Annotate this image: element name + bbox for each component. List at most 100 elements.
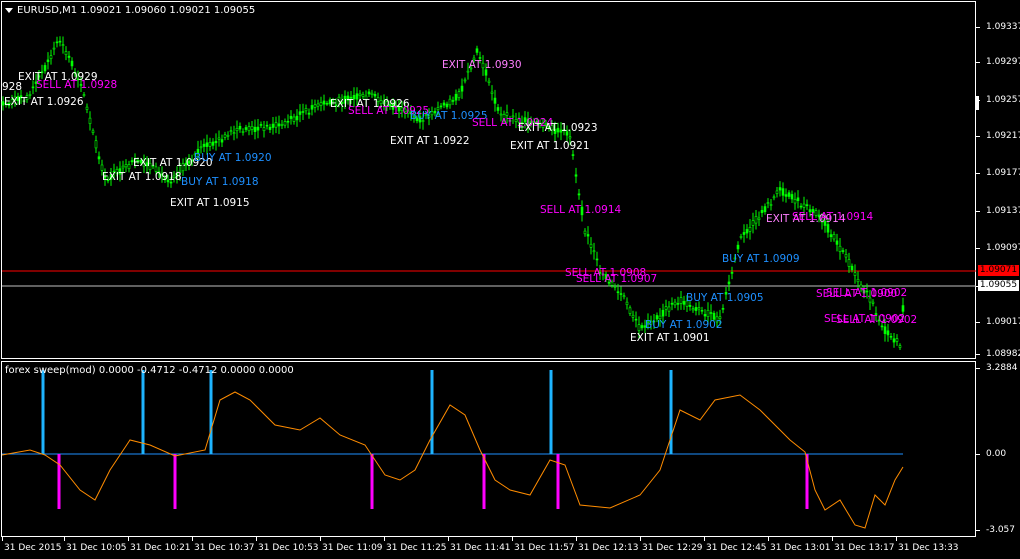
candle-body (745, 229, 749, 234)
time-tick (320, 537, 321, 541)
candle-body (280, 124, 284, 126)
candle-body (709, 312, 713, 314)
candle-body (268, 126, 272, 130)
candle-body (46, 59, 50, 63)
candle-body (850, 265, 854, 271)
candle-body (250, 126, 254, 130)
price-label: 1.09297 (986, 57, 1020, 67)
candle-body (505, 112, 509, 116)
time-label: 31 Dec 10:05 (66, 543, 127, 553)
candle-body (304, 108, 308, 112)
indicator-header: forex sweep(mod) 0.0000 -0.4712 -0.4712 … (5, 365, 294, 376)
candle-body (775, 190, 779, 194)
candle-body (892, 338, 896, 343)
candle-body (856, 278, 860, 283)
candle-body (772, 196, 776, 199)
candle-body (736, 244, 740, 250)
candle-body (265, 124, 269, 127)
signal-label: BUY AT 1.0905 (686, 292, 764, 304)
candle-body (307, 112, 311, 115)
indicator-tick (976, 530, 980, 531)
candle-body (475, 48, 479, 53)
signal-label: BUY AT 1.0909 (722, 253, 800, 265)
candle-body (451, 100, 455, 102)
candle-body (253, 126, 257, 133)
candle-body (901, 305, 905, 312)
time-tick (768, 537, 769, 541)
candle-body (448, 98, 452, 106)
candle-body (199, 146, 203, 149)
candle-body (121, 165, 125, 169)
signal-label: BUY AT 1.0902 (645, 319, 723, 331)
candle-body (592, 250, 596, 253)
candle-body (883, 326, 887, 334)
candle-body (805, 204, 809, 206)
candle-body (802, 203, 806, 208)
candle-body (619, 293, 623, 295)
price-label: 1.09177 (986, 168, 1020, 178)
candle-body (232, 132, 236, 134)
candle-body (316, 103, 320, 107)
candle-body (493, 97, 497, 104)
candle-body (274, 122, 278, 128)
candle-body (460, 85, 464, 92)
candle-body (793, 199, 797, 204)
candle-body (583, 230, 587, 235)
candle-body (688, 304, 692, 307)
candle-body (898, 345, 902, 348)
candle-body (310, 105, 314, 110)
candle-body (631, 314, 635, 318)
candle-body (754, 216, 758, 224)
price-tick (976, 27, 980, 28)
alert-price-badge: 1.09071 (978, 265, 1019, 276)
chart-symbol-header[interactable]: EURUSD,M1 1.09021 1.09060 1.09021 1.0905… (5, 5, 255, 16)
candle-body (262, 127, 266, 132)
chevron-down-icon[interactable] (5, 7, 13, 13)
time-label: 31 Dec 12:13 (578, 543, 639, 553)
indicator-tick (976, 454, 980, 455)
candle-body (889, 335, 893, 338)
candle-body (832, 234, 836, 240)
candle-body (748, 227, 752, 232)
candle-body (286, 120, 290, 123)
scroll-marker[interactable] (976, 96, 979, 110)
signal-label: SELL AT 1.0914 (540, 204, 622, 216)
time-tick (2, 537, 3, 541)
candle-body (667, 306, 671, 312)
chart-canvas (1, 36, 976, 529)
candle-body (499, 113, 503, 116)
candle-body (52, 47, 56, 50)
candle-body (880, 325, 884, 328)
candle-body (319, 102, 323, 106)
candle-body (697, 307, 701, 310)
signal-label: SELL AT 1.0907 (576, 273, 658, 285)
candle-body (373, 94, 377, 97)
candle-body (694, 307, 698, 311)
indicator-label: 3.2884 (986, 363, 1018, 373)
signal-label: BUY AT 1.0920 (194, 152, 272, 164)
candles-group (1, 36, 905, 350)
candle-body (640, 325, 644, 329)
time-label: 31 Dec 11:25 (386, 543, 447, 553)
indicator-label: -3.057 (986, 525, 1016, 535)
signal-label: SELL AT 1.0928 (36, 79, 118, 91)
candle-body (886, 330, 890, 336)
candle-body (367, 91, 371, 95)
candle-body (283, 121, 287, 126)
price-label: 1.09217 (986, 131, 1020, 141)
candle-body (466, 70, 470, 73)
candle-body (259, 124, 263, 126)
candle-body (292, 116, 296, 122)
candle-body (58, 40, 62, 43)
candle-body (124, 164, 128, 168)
candle-body (439, 105, 443, 108)
candle-body (739, 236, 743, 238)
candle-body (463, 79, 467, 82)
symbol-header-text: EURUSD,M1 1.09021 1.09060 1.09021 1.0905… (17, 5, 256, 16)
candle-body (670, 302, 674, 305)
candle-body (91, 130, 95, 133)
time-tick (832, 537, 833, 541)
candle-body (676, 303, 680, 305)
candle-body (757, 217, 761, 220)
time-label: 31 Dec 10:53 (258, 543, 319, 553)
